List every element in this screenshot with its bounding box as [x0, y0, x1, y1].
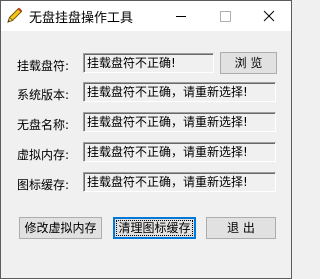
maximize-icon [220, 11, 231, 22]
clear-icon-cache-button[interactable]: 清理图标缓存 [113, 217, 196, 239]
diskless-name-label: 无盘名称: [17, 118, 70, 132]
title-bar[interactable]: 无盘挂盘操作工具 [1, 1, 291, 31]
modify-virtual-memory-button[interactable]: 修改虚拟内存 [19, 217, 102, 239]
exit-button[interactable]: 退 出 [206, 217, 276, 239]
icon-cache-label: 图标缓存: [17, 178, 70, 192]
window-title: 无盘挂盘操作工具 [29, 11, 134, 26]
close-icon [263, 10, 275, 22]
pencil-icon [5, 5, 25, 25]
mount-drive-label: 挂载盘符: [17, 59, 70, 73]
mount-drive-field[interactable]: 挂载盘符不正确! [83, 53, 214, 73]
browse-button[interactable]: 浏 览 [220, 52, 277, 74]
system-version-label: 系统版本: [17, 88, 70, 102]
icon-cache-field[interactable]: 挂载盘符不正确，请重新选择! [83, 172, 276, 192]
minimize-button[interactable] [159, 1, 203, 31]
app-window: 无盘挂盘操作工具 挂载盘符: 挂载盘符不正确! 浏 览 系统版本: 挂载盘符不正… [0, 0, 292, 279]
maximize-button[interactable] [203, 1, 247, 31]
diskless-name-field[interactable]: 挂载盘符不正确，请重新选择! [83, 112, 276, 132]
minimize-icon [176, 16, 186, 17]
close-button[interactable] [247, 1, 291, 31]
virtual-memory-label: 虚拟内存: [17, 148, 70, 162]
virtual-memory-field[interactable]: 挂载盘符不正确，请重新选择! [83, 142, 276, 162]
system-version-field[interactable]: 挂载盘符不正确，请重新选择! [83, 82, 276, 102]
